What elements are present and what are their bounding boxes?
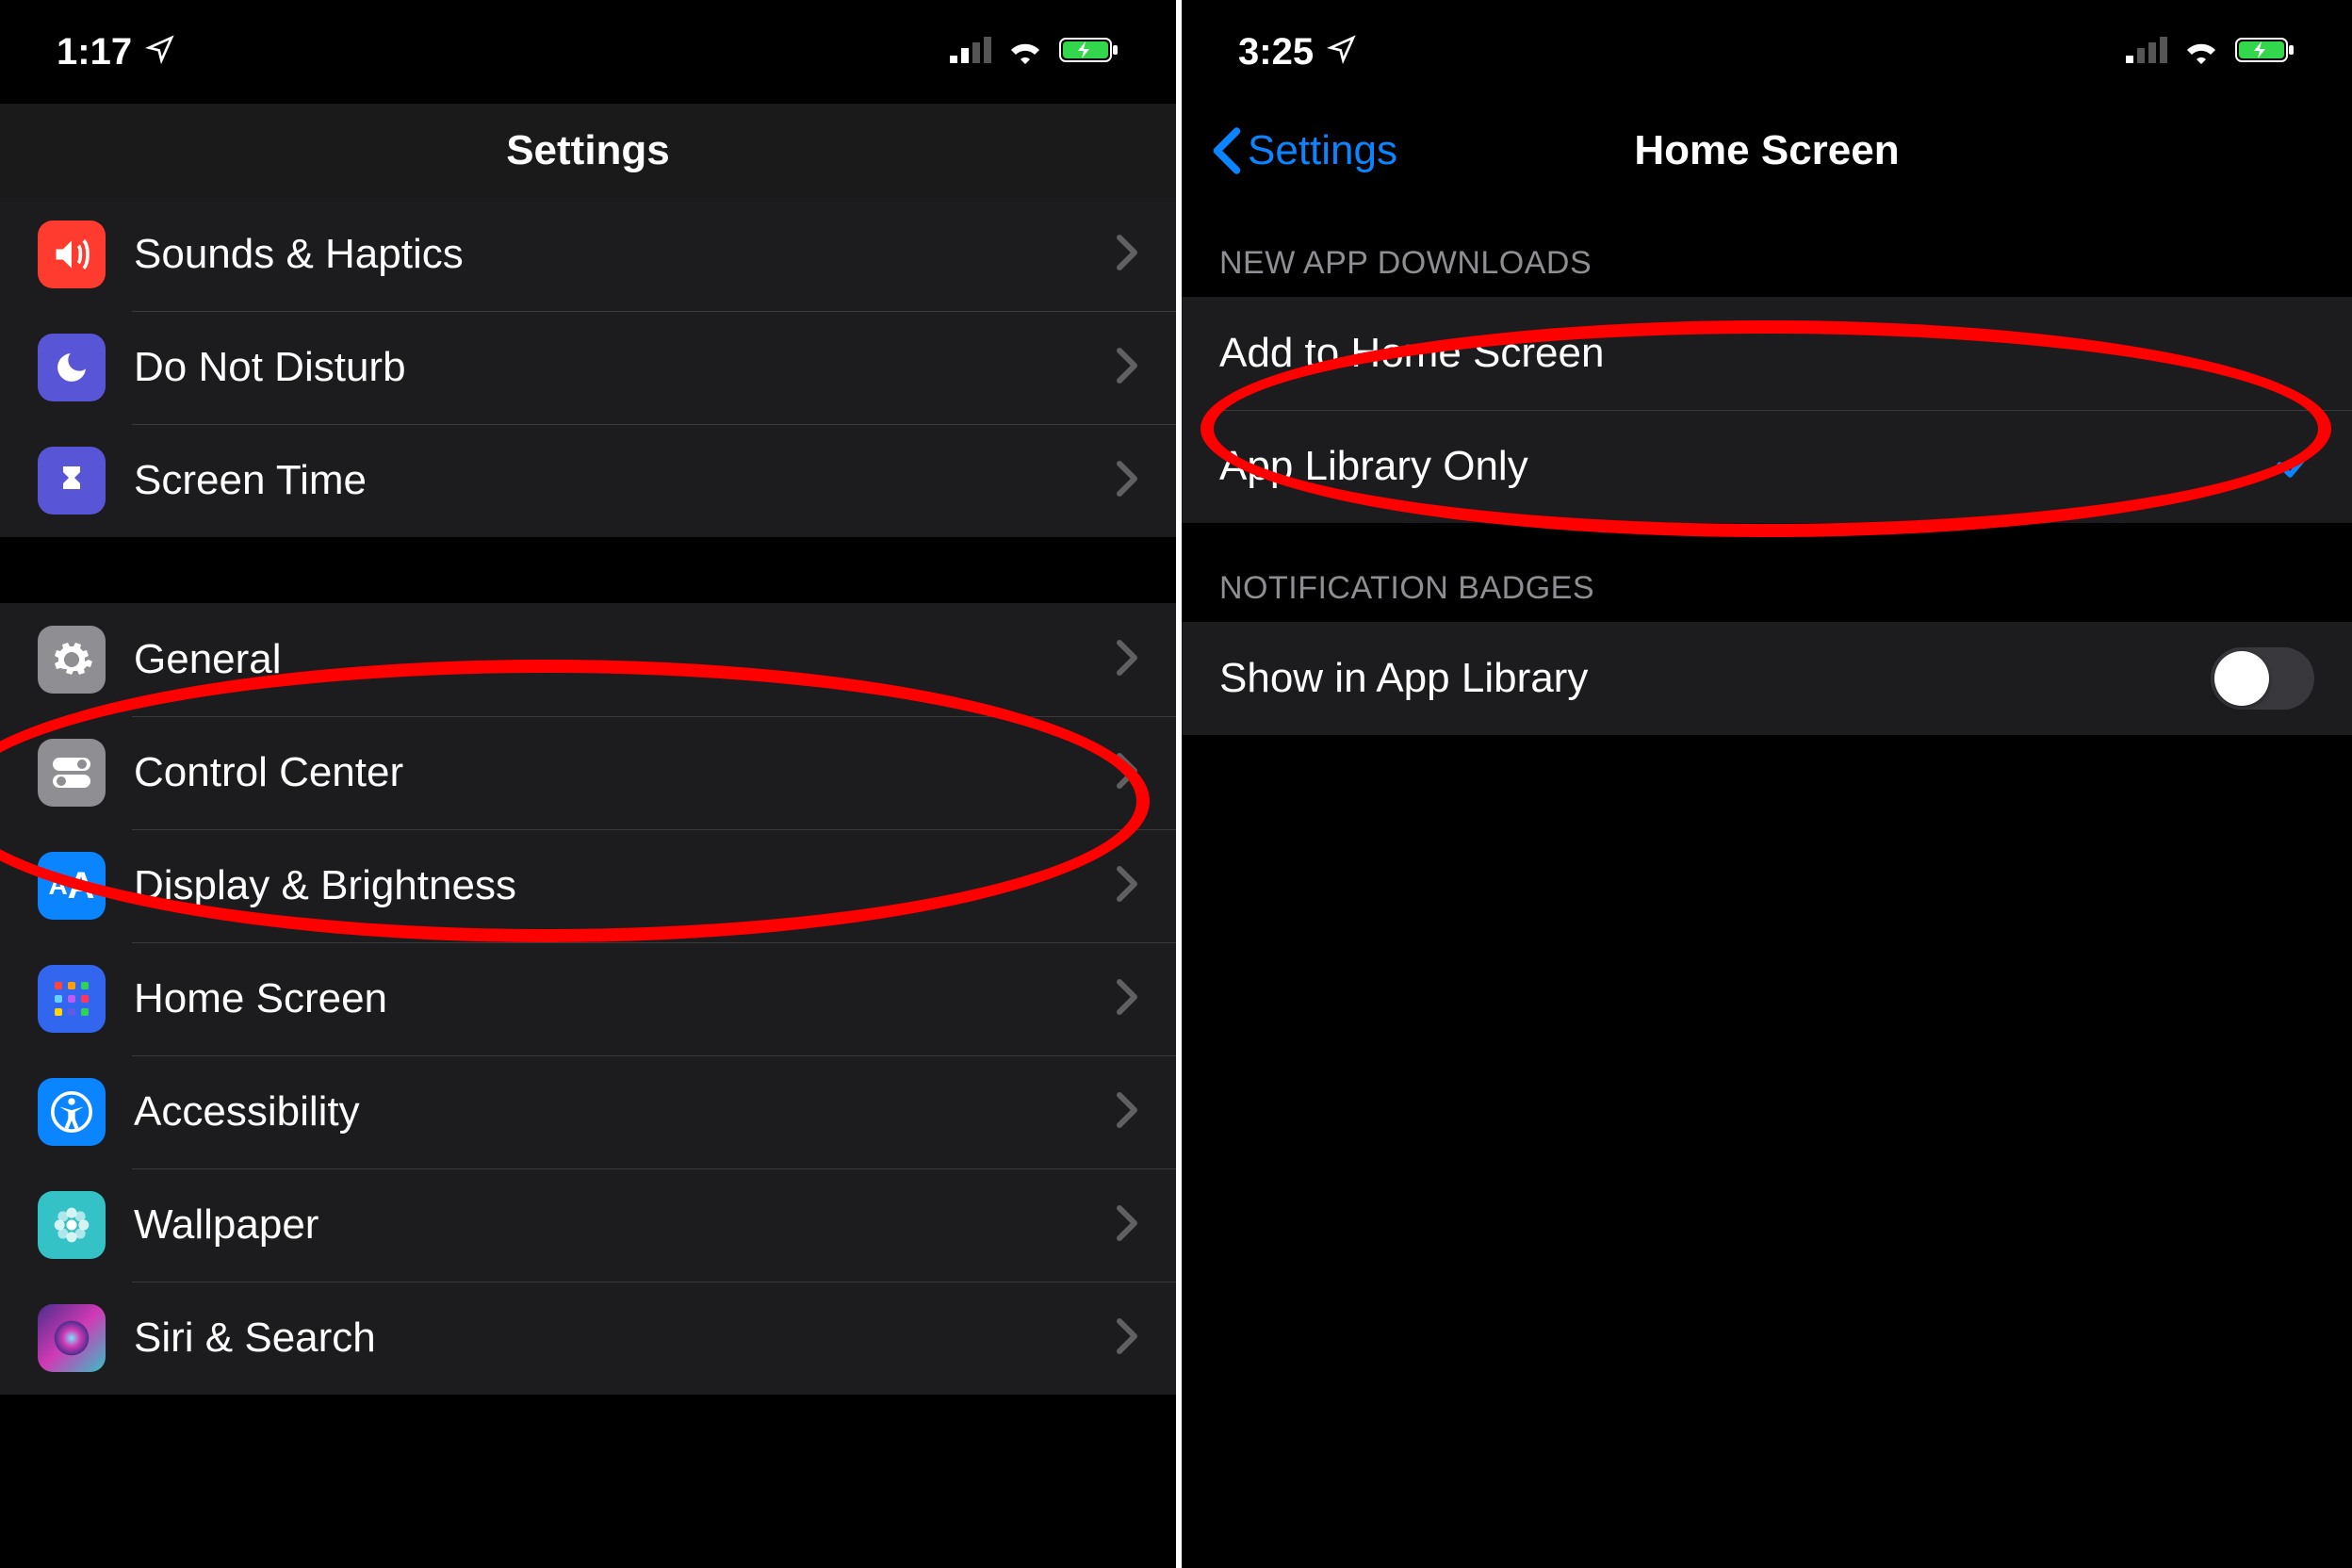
chevron-right-icon — [1116, 752, 1138, 794]
settings-list-group-1: Sounds & Haptics Do Not Disturb Screen Tim… — [0, 198, 1176, 537]
location-arrow-icon — [1327, 31, 1357, 74]
sound-icon — [38, 220, 106, 288]
settings-row-screen-time[interactable]: Screen Time — [0, 424, 1176, 537]
group-header-downloads: NEW APP DOWNLOADS — [1182, 198, 2352, 297]
flower-icon — [38, 1191, 106, 1259]
settings-row-display-brightness[interactable]: AA Display & Brightness — [0, 829, 1176, 942]
toggles-icon — [38, 739, 106, 807]
battery-charging-icon — [2235, 36, 2295, 69]
checkmark-icon — [2273, 444, 2314, 490]
status-time: 1:17 — [57, 31, 132, 74]
moon-icon — [38, 334, 106, 401]
group-header-badges: NOTIFICATION BADGES — [1182, 523, 2352, 622]
gear-icon — [38, 626, 106, 694]
chevron-right-icon — [1116, 460, 1138, 502]
chevron-right-icon — [1116, 1204, 1138, 1247]
screenshot-settings-root: 1:17 Settings Sounds & Haptics Do Not Dis… — [0, 0, 1176, 1568]
row-label: General — [134, 636, 1116, 683]
settings-row-accessibility[interactable]: Accessibility — [0, 1055, 1176, 1168]
apps-grid-icon — [38, 965, 106, 1033]
row-label: Wallpaper — [134, 1201, 1116, 1249]
siri-icon — [38, 1304, 106, 1372]
cellular-signal-icon — [2126, 37, 2167, 68]
screenshot-home-screen-settings: 3:25 Settings Home Screen NEW APP DOWNLO… — [1176, 0, 2352, 1568]
chevron-right-icon — [1116, 865, 1138, 907]
status-time: 3:25 — [1238, 31, 1314, 74]
badges-option-list: Show in App Library — [1182, 622, 2352, 735]
row-label: Add to Home Screen — [1219, 330, 2314, 377]
row-label: Screen Time — [134, 457, 1116, 504]
downloads-option-list: Add to Home Screen App Library Only — [1182, 297, 2352, 523]
chevron-right-icon — [1116, 1091, 1138, 1134]
chevron-right-icon — [1116, 978, 1138, 1021]
settings-row-do-not-disturb[interactable]: Do Not Disturb — [0, 311, 1176, 424]
settings-list-group-2: General Control Center AA Display & Brightn… — [0, 603, 1176, 1395]
row-label: App Library Only — [1219, 443, 2273, 490]
status-bar: 1:17 — [0, 0, 1176, 104]
toggle-row-show-in-app-library: Show in App Library — [1182, 622, 2352, 735]
row-label: Siri & Search — [134, 1315, 1116, 1362]
cellular-signal-icon — [950, 37, 991, 68]
status-bar: 3:25 — [1182, 0, 2352, 104]
accessibility-icon — [38, 1078, 106, 1146]
row-label: Home Screen — [134, 975, 1116, 1022]
chevron-right-icon — [1116, 234, 1138, 276]
row-label: Control Center — [134, 749, 1116, 796]
text-size-icon: AA — [38, 852, 106, 920]
row-label: Display & Brightness — [134, 862, 1116, 909]
settings-row-home-screen[interactable]: Home Screen — [0, 942, 1176, 1055]
chevron-right-icon — [1116, 1317, 1138, 1360]
row-label: Show in App Library — [1219, 655, 2211, 702]
location-arrow-icon — [145, 31, 175, 74]
chevron-right-icon — [1116, 347, 1138, 389]
page-title: Settings — [506, 127, 670, 174]
toggle-switch[interactable] — [2211, 647, 2314, 710]
row-label: Do Not Disturb — [134, 344, 1116, 391]
option-row-add-to-home-screen[interactable]: Add to Home Screen — [1182, 297, 2352, 410]
battery-charging-icon — [1059, 36, 1119, 69]
chevron-right-icon — [1116, 639, 1138, 681]
nav-bar: Settings — [0, 104, 1176, 198]
settings-row-sounds-haptics[interactable]: Sounds & Haptics — [0, 198, 1176, 311]
back-button[interactable]: Settings — [1210, 126, 1397, 175]
row-label: Sounds & Haptics — [134, 231, 1116, 278]
option-row-app-library-only[interactable]: App Library Only — [1182, 410, 2352, 523]
page-title: Home Screen — [1634, 127, 1899, 174]
settings-row-control-center[interactable]: Control Center — [0, 716, 1176, 829]
settings-row-general[interactable]: General — [0, 603, 1176, 716]
wifi-icon — [2182, 36, 2220, 69]
nav-bar: Settings Home Screen — [1182, 104, 2352, 198]
settings-row-wallpaper[interactable]: Wallpaper — [0, 1168, 1176, 1282]
settings-row-siri-search[interactable]: Siri & Search — [0, 1282, 1176, 1395]
back-label: Settings — [1248, 127, 1397, 174]
hourglass-icon — [38, 447, 106, 514]
wifi-icon — [1006, 36, 1044, 69]
row-label: Accessibility — [134, 1088, 1116, 1135]
group-separator — [0, 537, 1176, 603]
